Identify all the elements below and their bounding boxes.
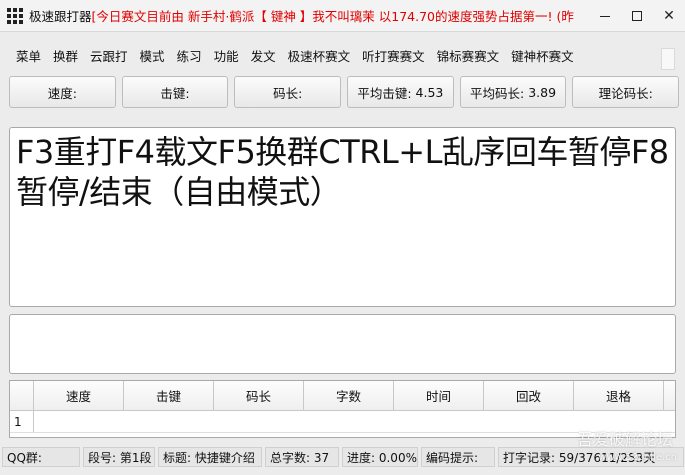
article-panel[interactable]: F3重打F4载文F5换群CTRL+L乱序回车暂停F8暂停/结束（自由模式） — [9, 127, 676, 307]
close-icon: ✕ — [663, 8, 675, 24]
speed-button[interactable]: 速度: — [9, 76, 116, 108]
avg-code-length-label: 平均码长: — [469, 85, 525, 101]
table-corner — [10, 381, 34, 410]
title-marquee: [今日赛文目前由 新手村·鹤派【 键神 】我不叫璃茉 以174.70的速度强势占… — [91, 9, 574, 24]
menu-item-championship[interactable]: 锦标赛赛文 — [431, 44, 506, 70]
typing-input[interactable] — [9, 314, 676, 374]
avg-code-length-value: 3.89 — [528, 84, 557, 100]
menu-scroll-handle[interactable] — [661, 48, 675, 70]
table-row[interactable]: 1 — [10, 411, 675, 433]
menu-item-listening-contest[interactable]: 听打赛赛文 — [356, 44, 431, 70]
column-header-code-length[interactable]: 码长 — [214, 381, 304, 410]
minimize-icon — [600, 15, 610, 17]
results-table: 速度 击键 码长 字数 时间 回改 退格 1 — [9, 380, 676, 438]
menu-item-keygod-cup[interactable]: 键神杯赛文 — [505, 44, 580, 70]
status-paragraph: 段号: 第1段 — [83, 447, 155, 467]
avg-keystroke-button[interactable]: 平均击键: 4.53 — [347, 76, 454, 108]
menu-item-speed-cup[interactable]: 极速杯赛文 — [282, 44, 357, 70]
avg-code-length-button[interactable]: 平均码长: 3.89 — [459, 76, 567, 108]
menu-item-functions[interactable]: 功能 — [208, 44, 245, 70]
menu-item-send-text[interactable]: 发文 — [245, 44, 282, 70]
menu-item-switch-group[interactable]: 换群 — [47, 44, 84, 70]
status-title: 标题: 快捷键介绍 — [158, 447, 262, 467]
article-text: F3重打F4载文F5换群CTRL+L乱序回车暂停F8暂停/结束（自由模式） — [16, 133, 669, 211]
status-code-hint: 编码提示: — [421, 447, 495, 467]
grid-app-icon[interactable] — [7, 7, 23, 24]
column-header-char-count[interactable]: 字数 — [304, 381, 394, 410]
menu-item-practice[interactable]: 练习 — [171, 44, 208, 70]
row-number: 1 — [10, 411, 34, 432]
column-header-keystroke[interactable]: 击键 — [124, 381, 214, 410]
window-title: 极速跟打器[今日赛文目前由 新手村·鹤派【 键神 】我不叫璃茉 以174.70的… — [29, 6, 589, 25]
table-header: 速度 击键 码长 字数 时间 回改 退格 — [10, 381, 675, 411]
menu-item-menu[interactable]: 菜单 — [10, 44, 47, 70]
column-header-backspace[interactable]: 退格 — [574, 381, 664, 410]
speed-label: 速度: — [47, 85, 77, 101]
keystroke-button[interactable]: 击键: — [121, 76, 229, 108]
menu-item-mode[interactable]: 模式 — [134, 44, 171, 70]
window-controls: ✕ — [589, 0, 685, 32]
code-length-button[interactable]: 码长: — [234, 76, 342, 108]
theory-code-length-button[interactable]: 理论码长: — [572, 76, 680, 108]
column-header-time[interactable]: 时间 — [394, 381, 484, 410]
status-qq-group[interactable]: QQ群: — [2, 447, 80, 467]
watermark-text: 吾爱破解论坛 — [576, 430, 673, 449]
watermark-url: www.52pojie.cn — [598, 452, 677, 463]
status-total-chars: 总字数: 37 — [265, 447, 339, 467]
avg-keystroke-value: 4.53 — [415, 84, 444, 100]
code-length-label: 码长: — [273, 85, 303, 101]
menu-bar: 菜单 换群 云跟打 模式 练习 功能 发文 极速杯赛文 听打赛赛文 锦标赛赛文 … — [0, 44, 685, 70]
column-header-speed[interactable]: 速度 — [34, 381, 124, 410]
avg-keystroke-label: 平均击键: — [357, 85, 412, 101]
stats-bar: 速度: 击键: 码长: 平均击键: 4.53 平均码长: 3.89 理论码长: — [9, 76, 680, 108]
minimize-button[interactable] — [589, 0, 621, 32]
title-bar: 极速跟打器[今日赛文目前由 新手村·鹤派【 键神 】我不叫璃茉 以174.70的… — [0, 0, 685, 32]
column-header-corrections[interactable]: 回改 — [484, 381, 574, 410]
app-title: 极速跟打器 — [29, 9, 92, 24]
keystroke-label: 击键: — [160, 85, 190, 101]
close-button[interactable]: ✕ — [653, 0, 685, 32]
theory-code-length-label: 理论码长: — [598, 85, 653, 101]
status-progress: 进度: 0.00% — [342, 447, 418, 467]
menu-item-cloud-typing[interactable]: 云跟打 — [84, 44, 134, 70]
maximize-icon — [632, 11, 642, 21]
maximize-button[interactable] — [621, 0, 653, 32]
